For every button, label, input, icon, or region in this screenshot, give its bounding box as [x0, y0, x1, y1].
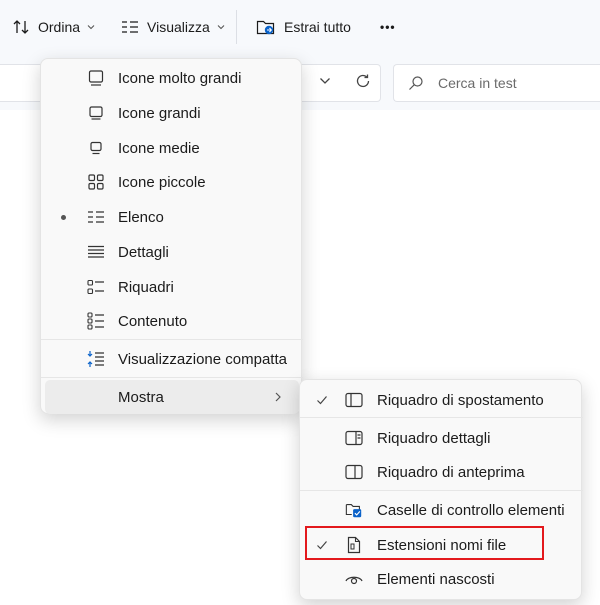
sort-icon — [12, 18, 30, 36]
menu-item-content[interactable]: Contenuto — [41, 304, 303, 338]
details-icon — [87, 243, 105, 261]
submenu-item-item-checkboxes[interactable]: Caselle di controllo elementi — [300, 493, 583, 527]
submenu-item-details-pane[interactable]: Riquadro dettagli — [300, 421, 583, 455]
menu-item-label: Mostra — [118, 388, 164, 406]
navigation-pane-icon — [345, 391, 363, 409]
submenu-item-label: Riquadro dettagli — [377, 429, 491, 447]
extract-all-label: Estrai tutto — [284, 19, 351, 35]
menu-item-show[interactable]: Mostra — [45, 380, 299, 414]
submenu-item-navigation-pane[interactable]: Riquadro di spostamento — [300, 383, 583, 417]
menu-divider — [41, 377, 303, 378]
selected-bullet-icon — [61, 214, 66, 220]
tiles-icon — [87, 278, 105, 296]
menu-item-tiles[interactable]: Riquadri — [41, 270, 303, 304]
submenu-item-label: Riquadro di anteprima — [377, 463, 525, 481]
submenu-item-label: Estensioni nomi file — [377, 536, 507, 554]
refresh-icon[interactable] — [354, 72, 372, 95]
chevron-down-icon — [216, 22, 226, 32]
compact-icon — [87, 350, 105, 368]
submenu-item-file-name-extensions[interactable]: Estensioni nomi file — [300, 528, 583, 562]
monitor-icon — [87, 104, 105, 122]
preview-pane-icon — [345, 463, 363, 481]
submenu-item-preview-pane[interactable]: Riquadro di anteprima — [300, 455, 583, 489]
more-options-button[interactable]: ••• — [380, 12, 396, 42]
show-submenu: Riquadro di spostamento Riquadro dettagl… — [299, 379, 583, 600]
view-menu: Icone molto grandi Icone grandi Icone me… — [40, 58, 303, 414]
menu-item-compact-view[interactable]: Visualizzazione compatta — [41, 342, 303, 376]
checkmark-icon — [316, 538, 328, 555]
file-extension-icon — [345, 536, 363, 554]
menu-item-label: Dettagli — [118, 243, 169, 261]
chevron-down-icon — [86, 22, 96, 32]
submenu-item-label: Riquadro di spostamento — [377, 391, 544, 409]
search-input[interactable]: Cerca in test — [393, 64, 600, 102]
toolbar-divider — [236, 10, 237, 44]
menu-item-extra-large-icons[interactable]: Icone molto grandi — [41, 61, 303, 95]
extract-folder-icon — [256, 18, 276, 36]
submenu-item-label: Elementi nascosti — [377, 570, 495, 588]
submenu-item-hidden-items[interactable]: Elementi nascosti — [300, 562, 583, 596]
view-list-icon — [121, 20, 139, 34]
grid-icon — [87, 173, 105, 191]
menu-item-label: Visualizzazione compatta — [118, 350, 287, 368]
command-bar: Ordina Visualizza Estrai tutto ••• — [0, 0, 600, 54]
menu-item-label: Riquadri — [118, 278, 174, 296]
view-button[interactable]: Visualizza — [121, 12, 226, 42]
content-icon — [87, 312, 105, 330]
menu-divider — [41, 339, 303, 340]
menu-item-label: Elenco — [118, 208, 164, 226]
search-placeholder: Cerca in test — [438, 75, 517, 91]
menu-item-large-icons[interactable]: Icone grandi — [41, 96, 303, 130]
view-label: Visualizza — [147, 19, 210, 35]
extract-all-button[interactable]: Estrai tutto — [256, 12, 351, 42]
sort-label: Ordina — [38, 19, 81, 35]
submenu-item-label: Caselle di controllo elementi — [377, 501, 565, 519]
chevron-right-icon — [273, 390, 283, 407]
eye-icon — [345, 570, 363, 588]
details-pane-icon — [345, 429, 363, 447]
menu-item-label: Icone piccole — [118, 173, 206, 191]
checkmark-icon — [316, 393, 328, 410]
menu-divider — [300, 490, 583, 491]
monitor-small-icon — [87, 139, 105, 157]
chevron-down-icon[interactable] — [318, 74, 332, 93]
menu-item-label: Contenuto — [118, 312, 188, 330]
sort-button[interactable]: Ordina — [12, 12, 96, 42]
menu-item-label: Icone medie — [118, 139, 200, 157]
more-icon: ••• — [380, 20, 396, 34]
search-icon — [408, 75, 424, 91]
menu-divider — [300, 417, 583, 418]
menu-item-label: Icone molto grandi — [118, 69, 242, 87]
menu-item-list[interactable]: Elenco — [41, 200, 303, 234]
list-icon — [87, 208, 105, 226]
menu-item-details[interactable]: Dettagli — [41, 235, 303, 269]
monitor-large-icon — [87, 69, 105, 87]
menu-item-small-icons[interactable]: Icone piccole — [41, 165, 303, 199]
menu-item-medium-icons[interactable]: Icone medie — [41, 131, 303, 165]
checkbox-folder-icon — [345, 501, 363, 519]
menu-item-label: Icone grandi — [118, 104, 201, 122]
